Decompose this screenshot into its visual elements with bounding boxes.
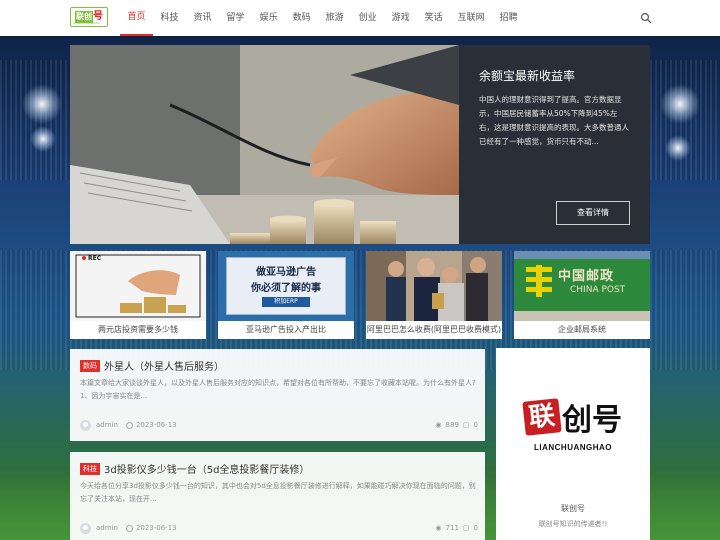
banner-line-1: 做亚马逊广告 <box>256 267 316 278</box>
nav-item[interactable]: 资讯 <box>186 0 219 36</box>
category-tag[interactable]: 科技 <box>80 462 100 475</box>
logo-subtitle: LIANCHUANGHAO <box>73 21 100 25</box>
thumb-image: 做亚马逊广告 你必须了解的事 积加ERP <box>218 251 354 321</box>
avatar-icon <box>80 522 91 534</box>
nav-item[interactable]: 互联网 <box>450 0 492 36</box>
article-card[interactable]: 数码 外星人（外星人售后服务） 本篇文章给大家谈谈外星人，以及外星人售后服务对应… <box>70 349 485 441</box>
hero-description: 中国人的理财意识得到了提高。官方数据显示，中国居民储蓄率从50%下降到45%左右… <box>479 95 629 146</box>
sidebar-profile: 联 创号 LIANCHUANGHAO 联创号 联创号知识的传递者!! <box>496 348 650 540</box>
thumb-image <box>366 251 502 321</box>
hero-title[interactable]: 余额宝最新收益率 <box>479 67 575 84</box>
nav-item[interactable]: 娱乐 <box>252 0 285 36</box>
nav-item[interactable]: 旅游 <box>318 0 351 36</box>
nav-item[interactable]: 科技 <box>153 0 186 36</box>
stadium-light <box>30 126 56 152</box>
banner-line-2: 你必须了解的事 <box>251 283 321 294</box>
rec-label: REC <box>88 255 102 262</box>
logo-chuanghao: 创号 <box>562 402 622 438</box>
sidebar-logo[interactable]: 联 创号 LIANCHUANGHAO <box>496 348 650 498</box>
view-count: 711 <box>445 524 459 532</box>
thumb-image: 中国邮政 CHINA POST <box>514 251 650 321</box>
nav-item[interactable]: 数码 <box>285 0 318 36</box>
article-excerpt: 本篇文章给大家谈谈外星人，以及外星人售后服务对应的知识点，希望对各位有所帮助，不… <box>80 379 476 400</box>
article-title-row[interactable]: 数码 外星人（外星人售后服务） <box>80 358 224 373</box>
site-logo[interactable]: 联创 号 LIANCHUANGHAO <box>70 7 108 27</box>
eye-icon: ◉ <box>435 524 442 532</box>
comment-icon: ▢ <box>462 421 470 429</box>
article-title-row[interactable]: 科技 3d投影仪多少钱一台（5d全息投影餐厅装修） <box>80 461 309 476</box>
view-details-button[interactable]: 查看详情 <box>556 201 630 225</box>
thumb-card[interactable]: 做亚马逊广告 你必须了解的事 积加ERP 亚马逊广告投入产出比 <box>218 251 354 339</box>
article-stats: ◉ 711 ▢ 0 <box>435 524 478 532</box>
search-icon[interactable] <box>640 12 652 24</box>
sign-english: CHINA POST <box>570 285 626 295</box>
site-header: 联创 号 LIANCHUANGHAO 首页 科技 资讯 留学 娱乐 数码 旅游 创业 游戏 笑话互… <box>0 0 720 36</box>
article-excerpt: 今天给各位分享3d投影仪多少钱一台的知识，其中也会对5d全息投影餐厅装修进行解释… <box>80 482 476 503</box>
clock-icon <box>125 524 133 532</box>
stadium-light <box>665 135 691 161</box>
eye-icon: ◉ <box>435 421 442 429</box>
nav-item[interactable]: 首页 <box>120 0 154 36</box>
stadium-light <box>660 84 700 124</box>
publish-date: 2023-06-13 <box>135 421 177 429</box>
article-card[interactable]: 科技 3d投影仪多少钱一台（5d全息投影餐厅装修） 今天给各位分享3d投影仪多少… <box>70 452 485 540</box>
thumb-caption[interactable]: 阿里巴巴怎么收费(阿里巴巴收费模式) <box>366 321 502 339</box>
thumb-caption[interactable]: 亚马逊广告投入产出比 <box>218 321 354 339</box>
article-stats: ◉ 889 ▢ 0 <box>435 421 478 429</box>
logo-lian: 联 <box>522 397 562 436</box>
nav-item[interactable]: 笑话 <box>417 0 450 36</box>
thumb-card[interactable]: 阿里巴巴怎么收费(阿里巴巴收费模式) <box>366 251 502 339</box>
sidebar-site-description: 联创号知识的传递者!! <box>538 520 608 528</box>
author-name[interactable]: admin <box>96 524 118 532</box>
comment-icon: ▢ <box>462 524 470 532</box>
nav-item[interactable]: 留学 <box>219 0 252 36</box>
article-title[interactable]: 外星人（外星人售后服务） <box>104 358 224 373</box>
main-nav: 首页 科技 资讯 留学 娱乐 数码 旅游 创业 游戏 笑话 互联网 招聘 <box>120 0 525 36</box>
sign-chinese: 中国邮政 <box>558 269 615 284</box>
comment-count: 0 <box>473 421 478 429</box>
comment-count: 0 <box>473 524 478 532</box>
logo-wordmark: 联 创号 <box>522 395 622 439</box>
thumb-caption[interactable]: 企业邮局系统 <box>514 321 650 339</box>
article-title[interactable]: 3d投影仪多少钱一台（5d全息投影餐厅装修） <box>104 461 309 476</box>
hero-image <box>70 45 459 244</box>
thumb-image: REC <box>70 251 206 321</box>
thumb-card[interactable]: REC 两元店投资需要多少钱 <box>70 251 206 339</box>
nav-item[interactable]: 游戏 <box>384 0 417 36</box>
nav-item[interactable]: 招聘 <box>492 0 525 36</box>
article-meta: admin 2023-06-13 ◉ 889 ▢ 0 <box>80 419 478 431</box>
sidebar-site-name: 联创号 <box>561 504 585 513</box>
clock-icon <box>125 421 133 429</box>
banner-badge: 积加ERP <box>262 297 310 307</box>
publish-date: 2023-06-13 <box>135 524 177 532</box>
thumb-caption[interactable]: 两元店投资需要多少钱 <box>70 321 206 339</box>
author-name[interactable]: admin <box>96 421 118 429</box>
hero-panel: 余额宝最新收益率 中国人的理财意识得到了提高。官方数据显示，中国居民储蓄率从50… <box>459 45 650 244</box>
stadium-light <box>22 84 62 124</box>
article-meta: admin 2023-06-13 ◉ 711 ▢ 0 <box>80 522 478 534</box>
hero-slide[interactable]: 余额宝最新收益率 中国人的理财意识得到了提高。官方数据显示，中国居民储蓄率从50… <box>70 45 650 244</box>
avatar-icon <box>80 419 91 431</box>
category-tag[interactable]: 数码 <box>80 359 100 372</box>
logo-pinyin: LIANCHUANGHAO <box>533 442 613 452</box>
view-count: 889 <box>445 421 459 429</box>
nav-item[interactable]: 创业 <box>351 0 384 36</box>
thumb-card[interactable]: 中国邮政 CHINA POST 企业邮局系统 <box>514 251 650 339</box>
